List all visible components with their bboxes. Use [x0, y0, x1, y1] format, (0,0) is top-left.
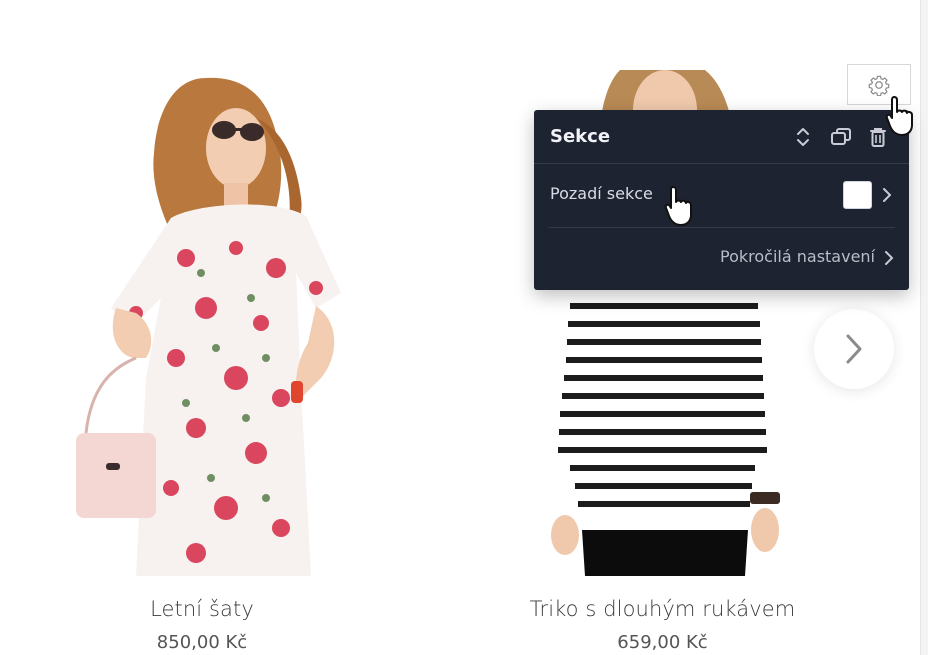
scrollbar-track[interactable] [920, 0, 928, 655]
up-down-arrows-icon [797, 128, 809, 146]
product-card[interactable]: Triko s dlouhým rukávem 659,00 Kč [510, 0, 815, 655]
panel-divider [548, 227, 895, 228]
panel-title: Sekce [550, 126, 611, 147]
chevron-right-icon [846, 334, 862, 364]
product-name[interactable]: Letní šaty [52, 597, 352, 621]
section-settings-panel: Sekce Pozadí sekce Pokročilá nastavení [534, 110, 909, 290]
duplicate-section-button[interactable] [829, 124, 853, 150]
advanced-settings-link[interactable]: Pokročilá nastavení [720, 247, 875, 266]
product-price: 659,00 Kč [617, 632, 708, 653]
product-price: 850,00 Kč [156, 632, 248, 653]
product-image[interactable] [76, 58, 396, 576]
background-color-swatch[interactable] [843, 181, 872, 209]
gear-icon [868, 75, 890, 96]
move-section-button[interactable] [791, 124, 815, 150]
panel-header: Sekce [534, 110, 909, 164]
hand-pointer-icon [885, 96, 913, 136]
hand-pointer-icon [664, 186, 692, 226]
chevron-right-icon[interactable] [880, 185, 894, 205]
section-background-label[interactable]: Pozadí sekce [550, 184, 653, 203]
carousel-next-button[interactable] [814, 309, 894, 389]
product-name[interactable]: Triko s dlouhým rukávem [510, 597, 815, 621]
duplicate-icon [831, 128, 851, 145]
product-card[interactable]: Letní šaty 850,00 Kč [52, 0, 352, 655]
chevron-right-icon[interactable] [882, 248, 896, 268]
